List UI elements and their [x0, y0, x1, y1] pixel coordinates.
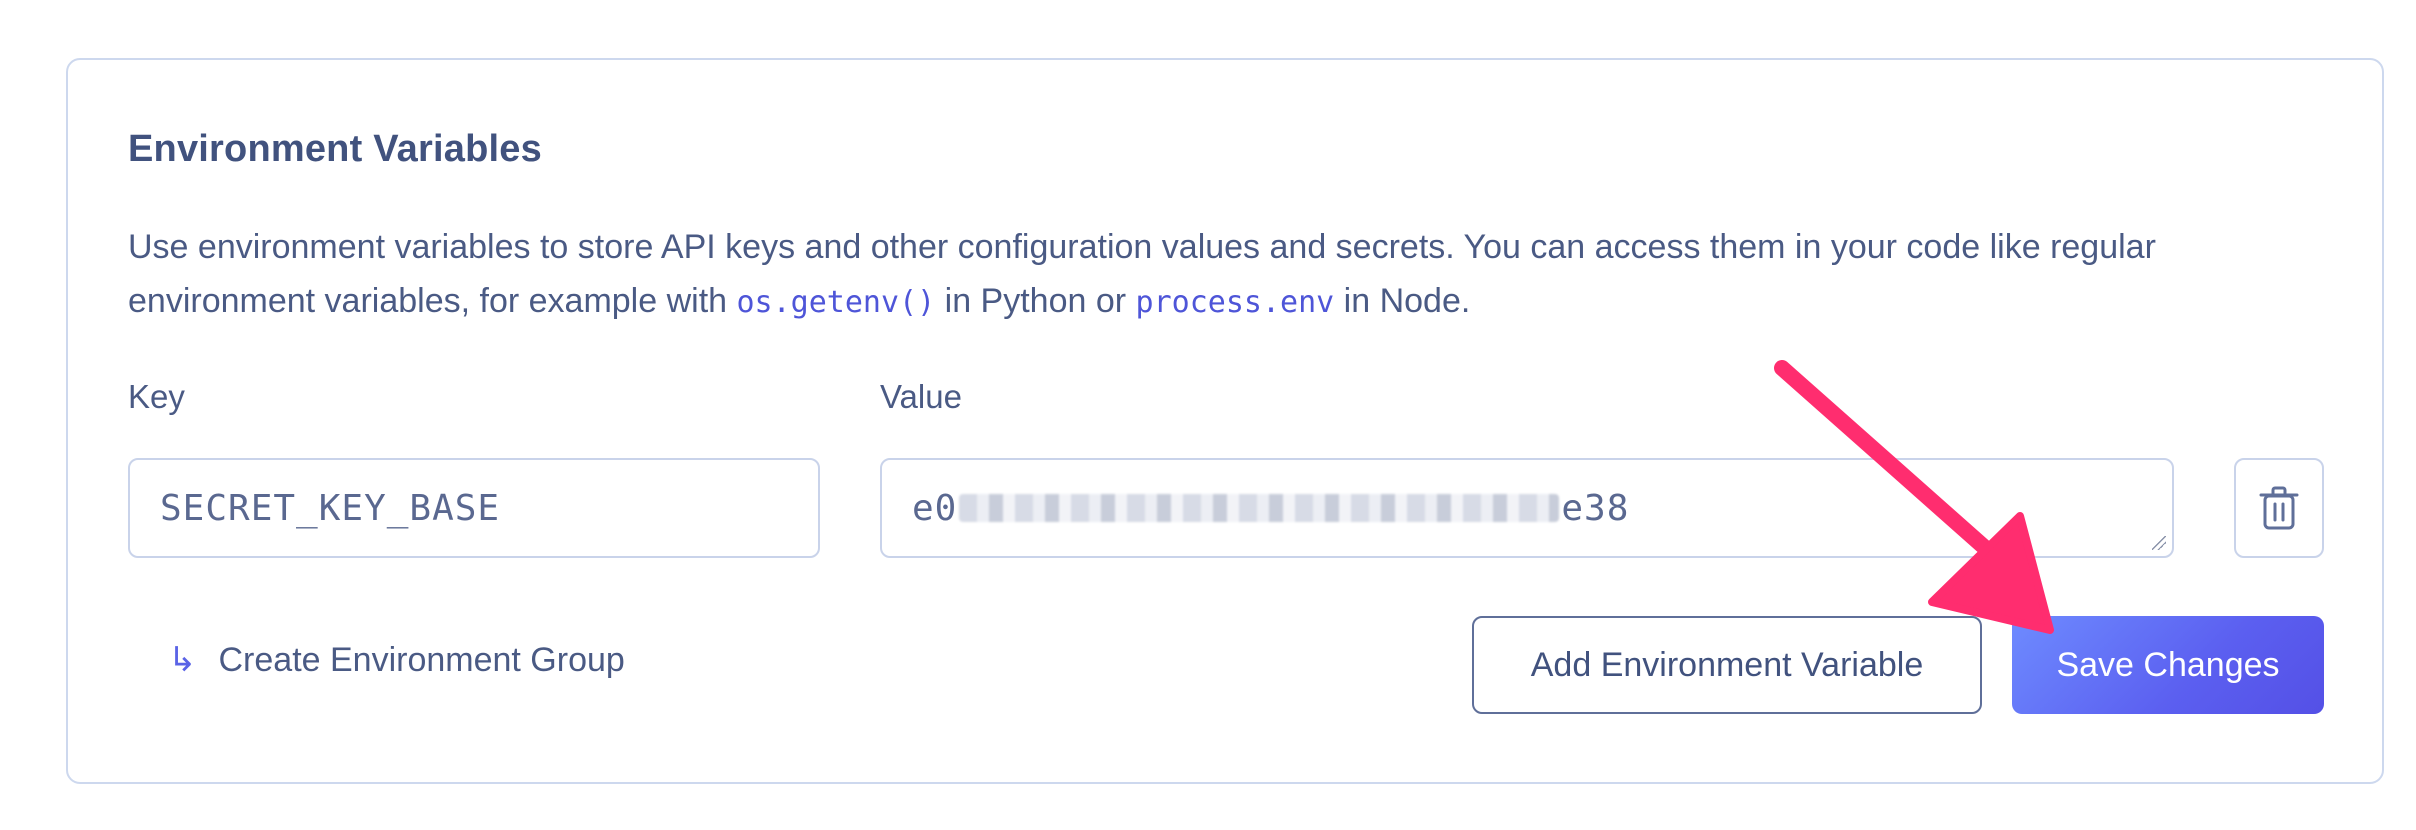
key-input-value: SECRET_KEY_BASE	[160, 487, 501, 529]
section-title: Environment Variables	[128, 128, 542, 170]
create-group-label: Create Environment Group	[218, 640, 625, 679]
value-textarea[interactable]: e0 e38	[880, 458, 2174, 558]
code-process-env: process.env	[1135, 285, 1335, 320]
key-label: Key	[128, 378, 185, 415]
return-arrow-icon: ↳	[168, 641, 197, 679]
trash-icon	[2259, 486, 2299, 530]
description-text-2: in Python or	[935, 282, 1136, 320]
value-prefix: e0	[912, 487, 958, 529]
value-label: Value	[880, 378, 962, 415]
description-text-3: in Node.	[1334, 282, 1471, 320]
delete-variable-button[interactable]	[2234, 458, 2324, 558]
section-description: Use environment variables to store API k…	[128, 220, 2328, 330]
key-input[interactable]: SECRET_KEY_BASE	[128, 458, 820, 558]
save-changes-button[interactable]: Save Changes	[2012, 616, 2324, 714]
value-suffix: e38	[1561, 487, 1630, 529]
code-getenv: os.getenv()	[736, 285, 936, 320]
create-environment-group-link[interactable]: ↳ Create Environment Group	[168, 640, 625, 680]
redacted-value	[959, 494, 1560, 522]
resize-handle[interactable]	[2152, 536, 2166, 550]
add-environment-variable-button[interactable]: Add Environment Variable	[1472, 616, 1982, 714]
